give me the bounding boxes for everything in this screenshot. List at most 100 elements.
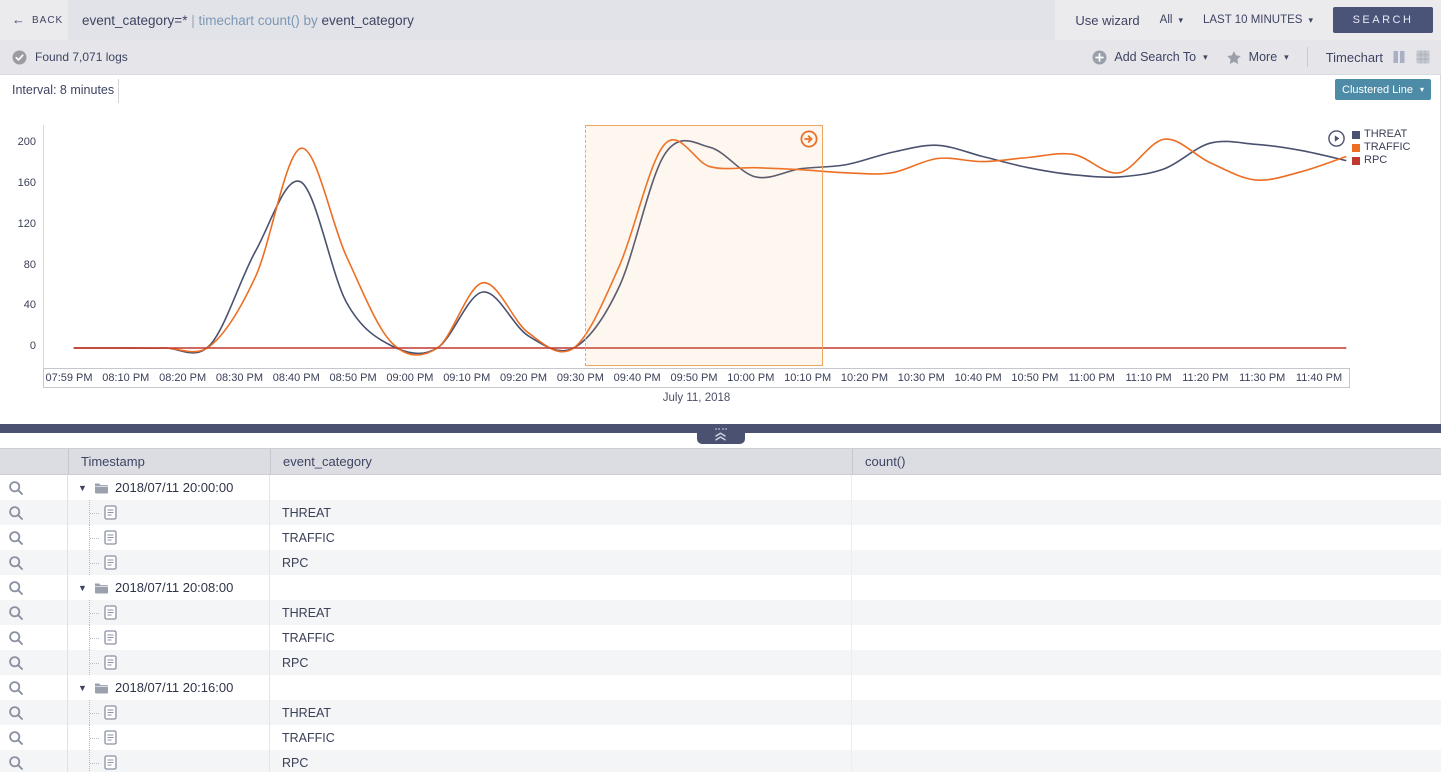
x-tick-label: 08:40 PM bbox=[273, 372, 320, 384]
search-row-icon[interactable] bbox=[8, 705, 24, 721]
chart-type-value: Clustered Line bbox=[1342, 84, 1413, 96]
search-row-icon[interactable] bbox=[8, 580, 24, 596]
y-tick-label: 0 bbox=[0, 340, 36, 352]
table-group-row[interactable]: ▼2018/07/11 20:00:00 bbox=[0, 475, 1441, 500]
row-gutter-cell bbox=[0, 675, 68, 700]
table-message-row[interactable]: RPC bbox=[0, 750, 1441, 772]
x-tick-label: 11:40 PM bbox=[1296, 372, 1342, 384]
table-view-button[interactable] bbox=[1415, 49, 1431, 65]
x-tick-label: 09:50 PM bbox=[670, 372, 717, 384]
search-query-input[interactable]: event_category=* | timechart count() by … bbox=[68, 0, 1055, 40]
table-message-row[interactable]: THREAT bbox=[0, 500, 1441, 525]
search-row-icon[interactable] bbox=[8, 480, 24, 496]
event-category-value: TRAFFIC bbox=[282, 731, 335, 745]
row-count-cell bbox=[852, 675, 1441, 700]
x-axis-strip: 07:59 PM08:10 PM08:20 PM08:30 PM08:40 PM… bbox=[43, 368, 1350, 388]
event-category-value: RPC bbox=[282, 756, 308, 770]
view-switcher: Timechart bbox=[1326, 49, 1431, 65]
search-row-icon[interactable] bbox=[8, 755, 24, 771]
column-chart-view-button[interactable] bbox=[1391, 49, 1407, 65]
header-cell-event-category[interactable]: event_category bbox=[270, 449, 852, 474]
row-gutter-cell bbox=[0, 625, 68, 650]
row-timestamp-cell bbox=[68, 650, 270, 675]
y-tick-label: 40 bbox=[0, 299, 36, 311]
header-cell-timestamp[interactable]: Timestamp bbox=[68, 449, 270, 474]
more-button[interactable]: More ▾ bbox=[1226, 50, 1289, 65]
group-timestamp: 2018/07/11 20:16:00 bbox=[115, 680, 233, 695]
collapse-group-icon[interactable]: ▼ bbox=[78, 483, 90, 493]
search-row-icon[interactable] bbox=[8, 605, 24, 621]
x-tick-label: 08:30 PM bbox=[216, 372, 263, 384]
document-icon bbox=[104, 705, 117, 720]
search-row-icon[interactable] bbox=[8, 530, 24, 546]
x-tick-label: 09:30 PM bbox=[557, 372, 604, 384]
search-row-icon[interactable] bbox=[8, 730, 24, 746]
legend-item-traffic[interactable]: TRAFFIC bbox=[1352, 141, 1410, 154]
tree-connector bbox=[89, 600, 104, 625]
legend-swatch bbox=[1352, 157, 1360, 165]
row-category-cell bbox=[270, 575, 852, 600]
search-button[interactable]: SEARCH bbox=[1333, 7, 1433, 33]
table-group-row[interactable]: ▼2018/07/11 20:08:00 bbox=[0, 575, 1441, 600]
row-category-cell: TRAFFIC bbox=[270, 725, 852, 750]
header-cell-count[interactable]: count() bbox=[852, 449, 1441, 474]
row-count-cell bbox=[852, 650, 1441, 675]
collapse-panel-handle[interactable] bbox=[697, 424, 745, 444]
row-count-cell bbox=[852, 525, 1441, 550]
search-row-icon[interactable] bbox=[8, 630, 24, 646]
x-tick-label: 10:20 PM bbox=[841, 372, 888, 384]
table-message-row[interactable]: TRAFFIC bbox=[0, 625, 1441, 650]
legend-item-rpc[interactable]: RPC bbox=[1352, 154, 1410, 167]
collapse-group-icon[interactable]: ▼ bbox=[78, 683, 90, 693]
back-button[interactable]: ← BACK bbox=[0, 15, 68, 26]
search-row-icon[interactable] bbox=[8, 505, 24, 521]
chart-type-dropdown[interactable]: Clustered Line ▾ bbox=[1335, 79, 1431, 100]
x-tick-label: 10:40 PM bbox=[955, 372, 1002, 384]
scope-dropdown[interactable]: All ▾ bbox=[1160, 14, 1183, 26]
double-chevron-up-icon bbox=[714, 432, 727, 441]
tree-connector bbox=[89, 725, 104, 750]
star-icon bbox=[1226, 50, 1242, 65]
row-count-cell bbox=[852, 625, 1441, 650]
table-message-row[interactable]: RPC bbox=[0, 650, 1441, 675]
table-header: Timestamp event_category count() bbox=[0, 448, 1441, 475]
folder-icon bbox=[94, 582, 109, 594]
row-category-cell: THREAT bbox=[270, 700, 852, 725]
time-range-dropdown[interactable]: LAST 10 MINUTES ▾ bbox=[1203, 14, 1313, 26]
panel-splitter[interactable] bbox=[0, 424, 1441, 433]
use-wizard-link[interactable]: Use wizard bbox=[1075, 13, 1139, 28]
zoom-selection-arrow-icon[interactable] bbox=[800, 130, 818, 148]
table-message-row[interactable]: TRAFFIC bbox=[0, 525, 1441, 550]
play-button[interactable] bbox=[1328, 130, 1345, 147]
row-count-cell bbox=[852, 500, 1441, 525]
column-chart-icon bbox=[1391, 49, 1407, 65]
search-row-icon[interactable] bbox=[8, 680, 24, 696]
table-message-row[interactable]: THREAT bbox=[0, 700, 1441, 725]
legend-item-threat[interactable]: THREAT bbox=[1352, 128, 1410, 141]
x-tick-label: 11:10 PM bbox=[1125, 372, 1171, 384]
table-message-row[interactable]: THREAT bbox=[0, 600, 1441, 625]
table-message-row[interactable]: RPC bbox=[0, 550, 1441, 575]
add-search-to-button[interactable]: Add Search To ▾ bbox=[1092, 50, 1207, 65]
x-tick-label: 11:30 PM bbox=[1239, 372, 1285, 384]
collapse-group-icon[interactable]: ▼ bbox=[78, 583, 90, 593]
table-message-row[interactable]: TRAFFIC bbox=[0, 725, 1441, 750]
query-segment: event_category bbox=[322, 13, 414, 28]
document-icon bbox=[104, 530, 117, 545]
row-timestamp-cell: ▼2018/07/11 20:00:00 bbox=[68, 475, 270, 500]
row-count-cell bbox=[852, 750, 1441, 772]
tree-connector bbox=[89, 525, 104, 550]
plus-circle-icon bbox=[1092, 50, 1107, 65]
tree-connector bbox=[89, 625, 104, 650]
y-tick-label: 120 bbox=[0, 218, 36, 230]
row-category-cell bbox=[270, 675, 852, 700]
search-row-icon[interactable] bbox=[8, 555, 24, 571]
add-search-to-label: Add Search To bbox=[1114, 50, 1196, 64]
search-row-icon[interactable] bbox=[8, 655, 24, 671]
event-category-value: RPC bbox=[282, 656, 308, 670]
table-group-row[interactable]: ▼ 2018/07/11 20:16:00 bbox=[0, 675, 1441, 700]
time-selection-region[interactable] bbox=[585, 125, 823, 366]
event-category-value: THREAT bbox=[282, 706, 331, 720]
document-icon bbox=[104, 605, 117, 620]
row-category-cell: THREAT bbox=[270, 600, 852, 625]
